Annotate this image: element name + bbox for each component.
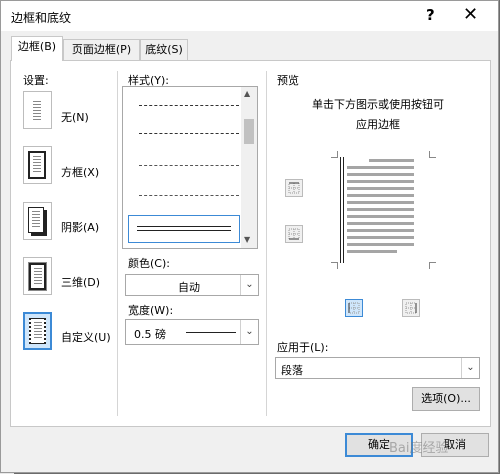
left-border-button[interactable] <box>345 299 363 317</box>
scroll-up-icon[interactable]: ▲ <box>244 89 250 98</box>
chevron-down-icon: ⌄ <box>240 320 258 344</box>
preview-left-border[interactable] <box>343 157 344 263</box>
color-value: 自动 <box>178 281 200 294</box>
setting-none-icon[interactable] <box>23 91 52 129</box>
style-option-dashed-1[interactable] <box>139 105 239 106</box>
top-border-icon <box>288 182 300 194</box>
top-border-button[interactable] <box>285 179 303 197</box>
watermark: Bai度经验 <box>389 441 449 456</box>
settings-label: 设置: <box>23 74 49 87</box>
left-border-icon <box>348 302 360 314</box>
column-divider <box>117 71 118 416</box>
scroll-down-icon[interactable]: ▼ <box>244 235 250 244</box>
tab-page-border-label: 页面边框(P) <box>71 43 132 56</box>
preview-label: 预览 <box>277 74 299 87</box>
style-scrollbar[interactable]: ▲ ▼ <box>241 87 257 248</box>
preview-left-border[interactable] <box>340 157 341 263</box>
chevron-down-icon: ⌄ <box>461 358 479 378</box>
bottom-border-icon <box>288 228 300 240</box>
setting-shadow-label[interactable]: 阴影(A) <box>61 219 99 235</box>
preview-hint-line2: 应用边框 <box>356 118 400 131</box>
options-button[interactable]: 选项(O)... <box>412 387 480 411</box>
apply-to-dropdown[interactable]: 段落 ⌄ <box>275 357 480 379</box>
width-label: 宽度(W): <box>128 304 174 317</box>
chevron-down-icon: ⌄ <box>240 275 258 295</box>
dialog-title: 边框和底纹 <box>11 11 72 25</box>
help-icon[interactable]: ? <box>426 6 435 24</box>
column-divider <box>266 71 267 416</box>
color-dropdown[interactable]: 自动 ⌄ <box>125 274 259 296</box>
style-listbox[interactable] <box>122 86 258 249</box>
color-label: 颜色(C): <box>128 257 170 270</box>
tab-borders-label: 边框(B) <box>17 40 57 53</box>
apply-to-value: 段落 <box>281 364 303 377</box>
setting-box-label[interactable]: 方框(X) <box>61 164 99 180</box>
tab-borders[interactable]: 边框(B) <box>11 36 63 61</box>
right-border-button[interactable] <box>402 299 420 317</box>
title-bar: 边框和底纹 ? ✕ <box>1 1 498 31</box>
style-option-dash-dot-dot[interactable] <box>139 195 239 196</box>
setting-custom-icon[interactable] <box>23 312 52 350</box>
scrollbar-thumb[interactable] <box>244 119 254 144</box>
preview-diagram[interactable] <box>331 151 436 269</box>
bottom-border-button[interactable] <box>285 225 303 243</box>
setting-none-label[interactable]: 无(N) <box>61 109 89 125</box>
borders-and-shading-dialog: 边框和底纹 ? ✕ 边框(B) 页面边框(P) 底纹(S) 设置: 无(N) 方… <box>0 0 499 473</box>
setting-3d-icon[interactable] <box>23 257 52 295</box>
width-dropdown[interactable]: 0.5 磅 ⌄ <box>125 319 259 345</box>
close-icon[interactable]: ✕ <box>463 4 478 25</box>
width-value: 0.5 磅 <box>134 328 166 341</box>
setting-custom-label[interactable]: 自定义(U) <box>61 329 111 345</box>
style-option-dashed-2[interactable] <box>139 133 239 134</box>
preview-hint-line1: 单击下方图示或使用按钮可 <box>312 98 444 111</box>
preview-hint: 单击下方图示或使用按钮可 应用边框 <box>271 96 485 132</box>
style-option-dash-dot[interactable] <box>139 165 239 166</box>
apply-to-label: 应用于(L): <box>277 341 329 354</box>
tab-page-border[interactable]: 页面边框(P) <box>63 39 140 60</box>
setting-3d-label[interactable]: 三维(D) <box>61 274 100 290</box>
width-sample-line <box>186 332 236 333</box>
setting-shadow-icon[interactable] <box>23 202 52 240</box>
setting-box-icon[interactable] <box>23 146 52 184</box>
right-border-icon <box>405 302 417 314</box>
style-option-double[interactable] <box>128 215 240 243</box>
tab-shading-label: 底纹(S) <box>145 43 183 56</box>
tab-shading[interactable]: 底纹(S) <box>140 39 188 60</box>
